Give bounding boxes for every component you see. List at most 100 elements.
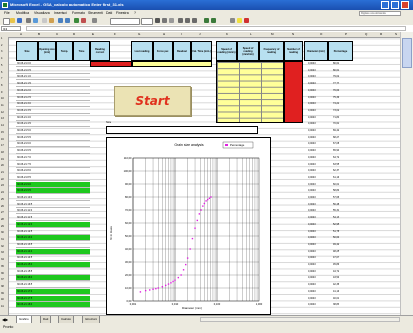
menu-file[interactable]: File xyxy=(4,11,10,15)
diameter-cell[interactable]: 0,0043 xyxy=(308,96,316,99)
diameter-cell[interactable]: 0,0043 xyxy=(308,156,316,159)
table-row[interactable]: 30.06.21 6:0 xyxy=(16,141,90,148)
table-row[interactable]: 30.06.21 1:0 xyxy=(16,74,90,81)
borders-icon[interactable] xyxy=(230,18,235,23)
menu-data[interactable]: Dati xyxy=(106,11,112,15)
percentage-cell[interactable]: 52,95 xyxy=(333,223,339,226)
table-row[interactable]: 30.06.21 3:0 xyxy=(16,101,90,108)
table-row[interactable]: 30.06.21 9:5 xyxy=(16,188,90,195)
row-number[interactable]: 6 xyxy=(1,71,2,74)
diameter-cell[interactable]: 0,0043 xyxy=(308,149,316,152)
percentage-cell[interactable]: 75,39 xyxy=(333,96,339,99)
row-number[interactable]: 38 xyxy=(1,285,4,288)
table-row[interactable]: 30.06.21 6:5 xyxy=(16,148,90,155)
row-number[interactable]: 27 xyxy=(1,211,4,214)
percentage-cell[interactable]: 50,60 xyxy=(333,236,339,239)
diameter-cell[interactable]: 0,0043 xyxy=(308,230,316,233)
row-number[interactable]: 39 xyxy=(1,292,4,295)
row-number[interactable]: 31 xyxy=(1,238,4,241)
row-number[interactable]: 1 xyxy=(1,37,2,40)
font-size-select[interactable] xyxy=(141,18,153,25)
align-right-icon[interactable] xyxy=(192,18,197,23)
menu-view[interactable]: Visualizza xyxy=(34,11,50,15)
italic-icon[interactable] xyxy=(162,18,167,23)
row-number[interactable]: 12 xyxy=(1,111,4,114)
chart-wizard-icon[interactable] xyxy=(81,18,86,23)
diameter-cell[interactable]: 0,0043 xyxy=(308,297,316,300)
col-S[interactable]: S xyxy=(395,32,397,36)
diameter-cell[interactable]: 0,0043 xyxy=(308,196,316,199)
diameter-cell[interactable]: 0,0043 xyxy=(308,109,316,112)
col-D[interactable]: D xyxy=(73,32,75,36)
yellow-reading-table[interactable] xyxy=(216,61,284,123)
table-row[interactable]: 30.06.21 5:5 xyxy=(16,135,90,141)
diameter-cell[interactable]: 0,0043 xyxy=(308,82,316,85)
redo-icon[interactable] xyxy=(65,18,70,23)
row-number[interactable]: 22 xyxy=(1,178,4,181)
diameter-cell[interactable]: 0,0043 xyxy=(308,89,316,92)
table-row[interactable]: 30.06.21 13:0 xyxy=(16,235,90,242)
diameter-cell[interactable]: 0,0043 xyxy=(308,102,316,105)
col-I[interactable]: I xyxy=(181,32,182,36)
table-row[interactable]: 30.06.21 8:0 xyxy=(16,168,90,175)
row-number[interactable]: 36 xyxy=(1,272,4,275)
paste-icon[interactable] xyxy=(49,18,54,23)
row-number[interactable]: 11 xyxy=(1,104,4,107)
col-K[interactable]: K xyxy=(226,32,228,36)
table-row[interactable]: 30.06.21 4:0 xyxy=(16,115,90,121)
table-row[interactable]: 30.06.21 14:0 xyxy=(16,248,90,255)
diameter-cell[interactable]: 0,0043 xyxy=(308,163,316,166)
percentage-cell[interactable]: 73,02 xyxy=(333,109,339,112)
row-number[interactable]: 18 xyxy=(1,151,4,154)
row-number[interactable]: 16 xyxy=(1,138,4,141)
col-F[interactable]: F xyxy=(114,32,116,36)
percentage-cell[interactable]: 64,72 xyxy=(333,156,339,159)
percentage-cell[interactable]: 38,83 xyxy=(333,303,339,306)
col-G[interactable]: G xyxy=(138,32,140,36)
percentage-cell[interactable]: 69,42 xyxy=(333,129,339,132)
col-E[interactable]: E xyxy=(92,32,94,36)
col-R[interactable]: R xyxy=(380,32,382,36)
row-number[interactable]: 40 xyxy=(1,298,4,301)
vertical-scrollbar[interactable] xyxy=(400,32,413,315)
col-H[interactable]: H xyxy=(163,32,165,36)
col-C[interactable]: C xyxy=(56,32,58,36)
percentage-cell[interactable]: 80,61 xyxy=(333,62,339,65)
diameter-cell[interactable]: 0,0043 xyxy=(308,129,316,132)
diameter-cell[interactable]: 0,0043 xyxy=(308,223,316,226)
diameter-cell[interactable]: 0,0043 xyxy=(308,216,316,219)
diameter-cell[interactable]: 0,0043 xyxy=(308,290,316,293)
table-row[interactable]: 30.06.21 16:0 xyxy=(16,275,90,282)
row-number[interactable]: 15 xyxy=(1,131,4,134)
percentage-cell[interactable]: 60,01 xyxy=(333,183,339,186)
percentage-cell[interactable]: 44,72 xyxy=(333,270,339,273)
percentage-cell[interactable]: 62,37 xyxy=(333,169,339,172)
row-number[interactable]: 32 xyxy=(1,245,4,248)
menu-insert[interactable]: Inserisci xyxy=(54,11,67,15)
table-row[interactable]: 30.06.21 0:0 xyxy=(16,61,90,67)
cut-icon[interactable] xyxy=(42,18,47,23)
table-row[interactable]: 30.06.21 18:0 xyxy=(16,302,90,309)
percentage-cell[interactable]: 40,01 xyxy=(333,297,339,300)
col-J[interactable]: J xyxy=(199,32,201,36)
row-number[interactable]: 37 xyxy=(1,278,4,281)
table-row[interactable]: 30.06.21 16:5 xyxy=(16,282,90,289)
row-number[interactable]: 24 xyxy=(1,191,4,194)
row-number[interactable]: 3 xyxy=(1,50,2,53)
table-row[interactable]: 30.06.21 2:0 xyxy=(16,88,90,94)
table-row[interactable]: 30.06.21 15:0 xyxy=(16,262,90,268)
row-number[interactable]: 34 xyxy=(1,258,4,261)
percentage-cell[interactable]: 48,25 xyxy=(333,250,339,253)
font-color-icon[interactable] xyxy=(244,18,249,23)
row-number[interactable]: 21 xyxy=(1,171,4,174)
percentage-cell[interactable]: 80,61 xyxy=(333,69,339,72)
table-row[interactable]: 30.06.21 1:5 xyxy=(16,81,90,88)
row-number[interactable]: 5 xyxy=(1,64,2,67)
start-button[interactable]: Start xyxy=(114,86,191,116)
percentage-cell[interactable]: 41,19 xyxy=(333,290,339,293)
col-M[interactable]: M xyxy=(271,32,274,36)
table-row[interactable]: 30.06.21 8:5 xyxy=(16,175,90,181)
percentage-cell[interactable]: 63,55 xyxy=(333,163,339,166)
diameter-cell[interactable]: 0,0043 xyxy=(308,62,316,65)
diameter-cell[interactable]: 0,0043 xyxy=(308,142,316,145)
